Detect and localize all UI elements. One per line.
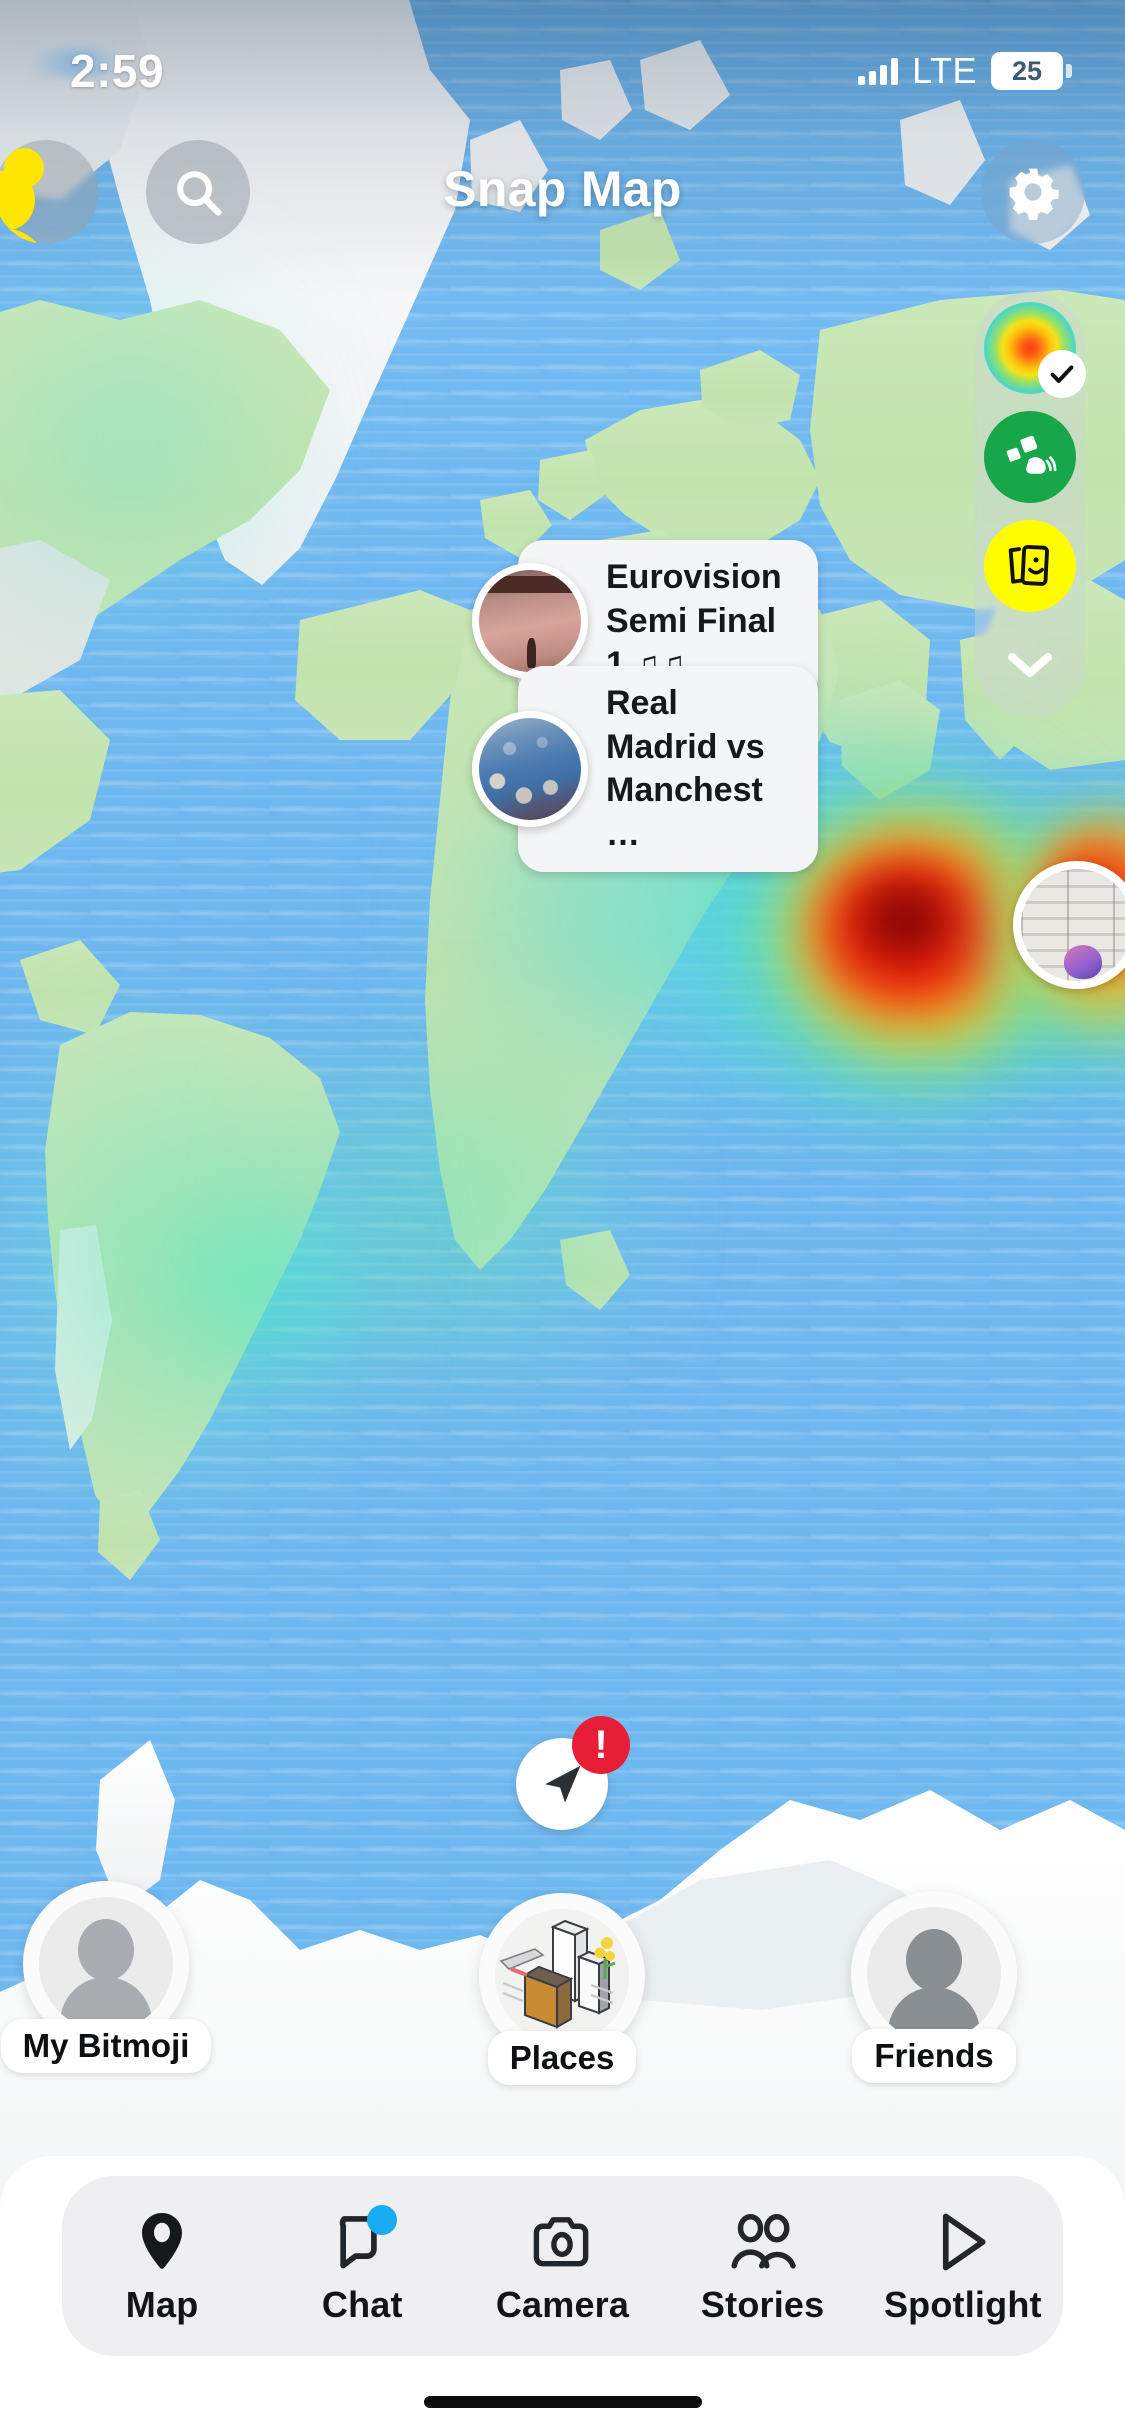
football-crowd-thumbnail <box>472 711 588 828</box>
my-bitmoji-label: My Bitmoji <box>0 2019 212 2073</box>
story-card[interactable]: Real Madrid vs Manchest… <box>472 666 818 873</box>
play-triangle-icon <box>926 2206 1000 2278</box>
nav-item-camera[interactable]: Camera <box>477 2206 647 2326</box>
status-time: 2:59 <box>70 45 165 97</box>
snap-map-screen: 2:59 LTE 25 Snap Map Eurovision Semi Fin… <box>0 0 1125 2436</box>
person-placeholder-icon <box>39 1897 173 2031</box>
chevron-down-icon <box>1008 653 1052 677</box>
people-icon <box>726 2206 800 2278</box>
edge-story-thumbnail[interactable] <box>1013 861 1125 989</box>
alert-badge-label: ! <box>594 1723 608 1767</box>
camera-icon <box>525 2206 599 2278</box>
check-icon <box>1038 350 1086 398</box>
page-title: Snap Map <box>443 161 682 217</box>
eurovision-thumbnail <box>472 563 588 680</box>
nav-label-stories: Stories <box>700 2284 825 2325</box>
bottom-nav-bar: Map Chat Camera Stories Spotlight <box>62 2176 1063 2356</box>
friends-button[interactable]: Friends <box>848 1891 1020 2083</box>
places-button[interactable]: Places <box>476 1893 648 2085</box>
map-layer-rail <box>975 292 1086 717</box>
my-bitmoji-button[interactable]: My Bitmoji <box>0 1881 212 2073</box>
places-label: Places <box>487 2031 637 2085</box>
nav-item-map[interactable]: Map <box>77 2206 247 2326</box>
locate-me-button[interactable]: ! <box>516 1716 630 1830</box>
buildings-icon <box>495 1909 629 2043</box>
home-indicator[interactable] <box>423 2396 702 2408</box>
nav-item-stories[interactable]: Stories <box>678 2206 848 2326</box>
friends-label: Friends <box>852 2029 1016 2083</box>
collapse-layers-button[interactable] <box>987 629 1073 701</box>
battery-icon: 25 <box>991 52 1072 90</box>
nav-label-chat: Chat <box>321 2284 403 2325</box>
signal-bars-icon <box>858 57 899 85</box>
location-sparkle-icon <box>1006 435 1057 474</box>
battery-level-label: 25 <box>1011 55 1043 86</box>
chat-bubble-icon <box>325 2205 399 2278</box>
chat-unread-badge <box>367 2205 398 2235</box>
map-pin-icon <box>125 2206 199 2278</box>
gear-icon <box>1009 168 1059 220</box>
status-bar: 2:59 LTE 25 <box>0 0 1125 132</box>
status-badge: ! <box>572 1716 630 1774</box>
settings-button[interactable] <box>981 140 1085 244</box>
network-type-label: LTE <box>912 50 977 91</box>
places-layer-button[interactable] <box>984 411 1076 503</box>
nav-label-spotlight: Spotlight <box>883 2284 1042 2325</box>
bottom-sheet: Map Chat Camera Stories Spotlight <box>0 2156 1125 2436</box>
map-top-bar: Snap Map <box>0 140 1125 250</box>
map-action-row: My Bitmoji Places Friends <box>0 1871 1125 2091</box>
nav-item-chat[interactable]: Chat <box>277 2205 447 2326</box>
nav-item-spotlight[interactable]: Spotlight <box>878 2206 1048 2326</box>
story-card-title: Real Madrid vs Manchest… <box>606 684 765 853</box>
nav-label-map: Map <box>125 2284 199 2325</box>
story-cards-icon <box>1008 544 1049 586</box>
nav-label-camera: Camera <box>495 2284 630 2325</box>
stories-layer-button[interactable] <box>984 520 1076 612</box>
status-indicators: LTE 25 <box>858 50 1072 92</box>
person-placeholder-icon <box>867 1907 1001 2041</box>
heatmap-layer-button[interactable] <box>984 302 1086 398</box>
